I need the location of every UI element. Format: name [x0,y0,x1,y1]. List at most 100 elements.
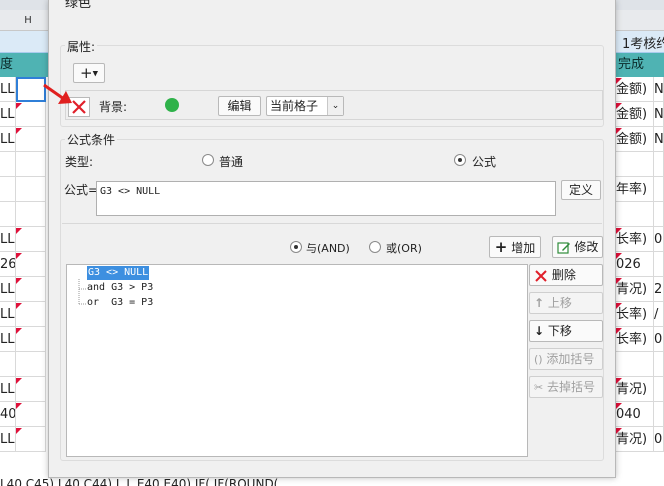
comment-marker [616,78,622,84]
add-bracket-button[interactable]: () 添加括号 [529,348,603,370]
logic-or-radio[interactable] [369,241,381,253]
background-property-label: 背景: [99,100,128,114]
comment-marker [16,128,22,134]
left-cell[interactable]: LL) [0,427,16,452]
comment-marker [616,253,622,259]
right-cell-value[interactable]: N [654,77,664,102]
right-cell-value[interactable]: N [654,102,664,127]
divider [62,223,602,224]
move-up-label: 上移 [547,296,572,310]
delete-condition-button[interactable]: 删除 [529,264,603,286]
comment-marker [616,403,622,409]
logic-or-label[interactable]: 或(OR) [386,240,422,256]
add-bracket-label: 添加括号 [546,352,595,366]
green-color-swatch[interactable] [165,98,179,112]
comment-marker [616,303,622,309]
comment-marker [16,403,22,409]
sheet-title-cell[interactable]: 1考核约 [622,33,664,52]
left-cell-empty[interactable] [16,177,46,202]
right-cell-value[interactable]: 0 [654,327,664,352]
edit-icon [556,241,570,254]
right-cell-value[interactable] [654,377,664,402]
right-cell-value[interactable] [654,202,664,227]
comment-marker [16,428,22,434]
comment-marker [616,103,622,109]
right-cell-value[interactable]: 0 [654,427,664,452]
teal-header-right[interactable]: 完成 [616,53,664,77]
left-cell[interactable]: LL) [0,77,16,102]
right-cell-value[interactable] [654,352,664,377]
formula-input[interactable]: G3 <> NULL [96,181,556,216]
teal-header-left[interactable]: 度 [0,53,48,77]
left-cell[interactable]: LL) [0,377,16,402]
left-cell[interactable]: LL) [0,327,16,352]
type-label: 类型: [65,155,94,169]
right-cell[interactable]: 年率) [616,177,654,202]
type-formula-label[interactable]: 公式 [472,153,496,170]
right-cell[interactable] [616,202,654,227]
left-cell[interactable] [0,202,16,227]
comment-marker [616,378,622,384]
type-formula-radio[interactable] [454,154,466,166]
left-cell[interactable] [0,177,16,202]
type-normal-label[interactable]: 普通 [219,153,243,170]
delete-condition-label: 删除 [551,268,576,282]
comment-marker [16,103,22,109]
condition-item-3[interactable]: or G3 = P3 [87,296,153,310]
add-attribute-button[interactable]: +▼ [73,63,105,83]
right-cell-value[interactable]: 2 [654,277,664,302]
plus-icon: + [80,64,93,82]
logic-and-text: 与(AND) [306,242,350,255]
right-cell-value[interactable] [654,252,664,277]
left-cell-empty[interactable] [16,352,46,377]
condition-attribute-dialog: 绿色 属性: +▼ 背景: 编辑 当前格子 ⌄ 公式条件 类型: 普通 公式 公… [48,0,616,478]
move-down-label: 下移 [547,324,572,338]
comment-marker [16,278,22,284]
right-cell-value[interactable]: 0 [654,227,664,252]
condition-item-2[interactable]: and G3 > P3 [87,281,153,295]
comment-marker [16,328,22,334]
modify-condition-button[interactable]: 修改 [552,236,603,258]
move-down-button[interactable]: ↓ 下移 [529,320,603,342]
add-condition-button[interactable]: + 增加 [489,236,541,258]
left-cell-empty[interactable] [16,152,46,177]
left-cell[interactable]: LL) [0,302,16,327]
condition-item-1[interactable]: G3 <> NULL [87,266,150,280]
move-up-button[interactable]: ↑ 上移 [529,292,603,314]
right-cell-value[interactable] [654,402,664,427]
left-cell[interactable]: 26 [0,252,16,277]
comment-marker [616,128,622,134]
condition-list[interactable]: G3 <> NULL and G3 > P3 or G3 = P3 [66,264,528,457]
right-cell[interactable] [616,352,654,377]
edit-button[interactable]: 编辑 [218,96,261,116]
logic-and-radio[interactable] [290,241,302,253]
left-cell[interactable]: LL) [0,227,16,252]
right-cell-value[interactable]: N [654,127,664,152]
left-cell[interactable]: LL) [0,102,16,127]
define-button[interactable]: 定义 [561,180,601,200]
arrow-down-icon: ↓ [534,324,545,338]
logic-and-label[interactable]: 与(AND) [306,240,350,256]
comment-marker [16,228,22,234]
type-normal-radio[interactable] [202,154,214,166]
left-cell[interactable]: 40 [0,402,16,427]
red-x-icon [535,269,547,282]
chevron-down-icon: ▼ [92,69,98,78]
right-cell-value[interactable] [654,152,664,177]
comment-marker [616,428,622,434]
remove-bracket-button[interactable]: ✂ 去掉括号 [529,376,603,398]
left-cell-empty[interactable] [16,202,46,227]
right-cell-value[interactable]: / [654,302,664,327]
left-cell[interactable] [0,152,16,177]
scope-select-value: 当前格子 [270,99,319,113]
dialog-title: 绿色 [49,0,615,15]
left-cell[interactable]: LL) [0,127,16,152]
title-band-left [0,31,48,53]
left-cell[interactable] [0,352,16,377]
comment-marker [16,253,22,259]
scope-select[interactable]: 当前格子 ⌄ [266,96,344,116]
right-cell[interactable] [616,152,654,177]
left-cell[interactable]: LL) [0,277,16,302]
column-header-h[interactable]: H [18,13,38,29]
right-cell-value[interactable] [654,177,664,202]
